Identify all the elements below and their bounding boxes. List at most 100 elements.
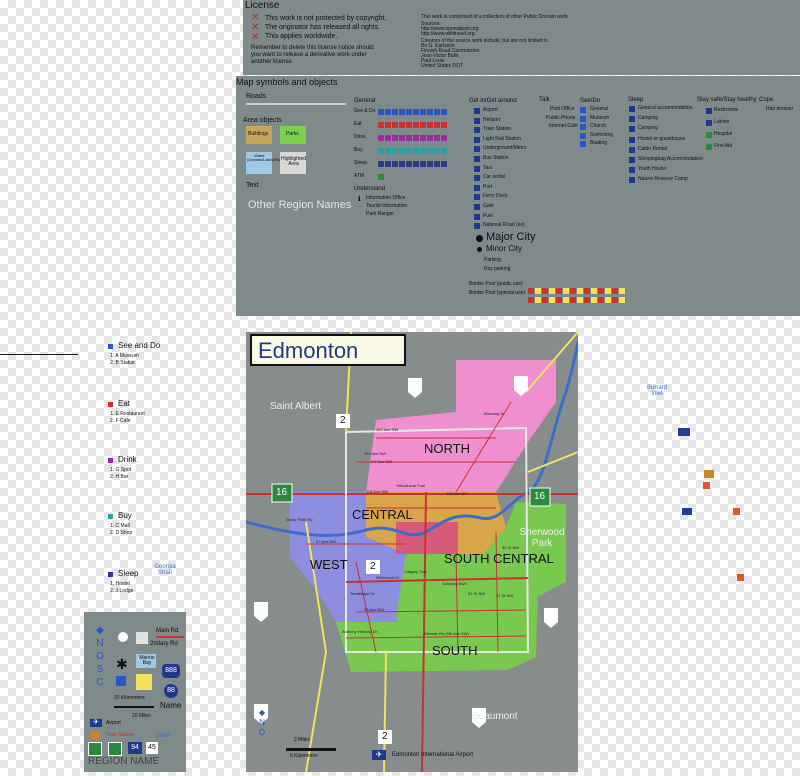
general-row-icon	[413, 135, 419, 141]
roads-label: Roads	[246, 93, 267, 100]
side-legend-item: 1. A Museum	[110, 353, 139, 359]
getin-icon	[474, 213, 480, 220]
mi-scale-label: 20 Miles	[132, 713, 151, 719]
seedo-item-label: General	[590, 106, 608, 112]
legend-panel: Map symbols and objects Roads Area objec…	[236, 76, 800, 316]
license-line-3: This applies worldwide.	[265, 33, 338, 40]
side-legend-item: 2. D Shop	[110, 530, 133, 536]
license-reminder-2: you want to release a derivative work un…	[251, 52, 367, 58]
hwy2-number-south: 2	[382, 731, 388, 742]
sleep-item-label: Hostel or guesthouse	[638, 135, 686, 142]
getin-icon	[474, 184, 480, 191]
understand-item-3: Park Ranger	[366, 211, 395, 217]
general-row-label: Drink	[354, 134, 366, 140]
border-post-icon	[591, 297, 597, 303]
getin-icon	[474, 165, 480, 172]
general-row-icon	[420, 161, 426, 167]
river-label: River	[157, 733, 172, 739]
shield-94: 94	[128, 742, 142, 754]
shield-green-1	[88, 742, 102, 756]
staysafe-item-label: Latrine	[714, 119, 730, 125]
general-row-icon	[406, 161, 412, 167]
road-label: Stony Plain Rd	[286, 517, 313, 522]
border-post-icon	[535, 297, 541, 303]
general-row-icon	[413, 148, 419, 154]
yellow-square-icon	[136, 674, 152, 690]
general-row-icon	[434, 161, 440, 167]
lodge-icon	[733, 508, 740, 515]
legend-title: Map symbols and objects	[236, 77, 338, 87]
general-row-icon	[427, 109, 433, 115]
getin-item-label: Underground/Metro	[483, 145, 527, 152]
text-label: Text	[246, 182, 259, 189]
map-compass-icon: ◆ N O	[258, 708, 266, 737]
license-title: License	[245, 0, 280, 11]
tent-icon	[704, 470, 714, 478]
getin-item-label: Heliport	[483, 116, 501, 123]
seedo-item-label: Church	[590, 123, 607, 129]
side-legend-item: 2. B Statue	[110, 360, 135, 366]
border-post-icon	[605, 297, 611, 303]
shield-green-2	[108, 742, 122, 756]
general-row-label: Buy	[354, 147, 363, 153]
road-label: 153 Ave NW	[364, 451, 387, 456]
getin-item-label: Train Station	[483, 126, 512, 133]
georgia-strait-label: Georgia Strait	[154, 564, 176, 577]
border-post-icon	[598, 297, 604, 303]
shield-888: 888	[162, 664, 180, 678]
road-label: 87 Ave NW	[316, 539, 336, 544]
general-row-icon	[378, 135, 384, 141]
road-label: 118 Ave NW	[446, 491, 468, 496]
general-row-icon	[413, 109, 419, 115]
getin-icon	[474, 136, 480, 143]
camping-icon	[682, 508, 692, 515]
sleep-icon	[629, 177, 635, 184]
region-north-label: NORTH	[424, 441, 470, 456]
road-label: 50 St NW	[502, 545, 520, 550]
train-icon	[90, 731, 100, 739]
roads-sample	[246, 103, 346, 105]
general-row-icon	[441, 109, 447, 115]
getin-title: Get in/Get around	[469, 98, 517, 104]
general-row-icon	[420, 109, 426, 115]
general-row-icon	[392, 148, 398, 154]
side-legend-icon	[108, 514, 113, 519]
general-row-icon	[406, 109, 412, 115]
side-legend-item: 1. C Mall	[110, 523, 130, 529]
train-station-label: Train Station	[106, 732, 135, 738]
getin-icon	[474, 223, 480, 230]
sleep-item-label: General accommodation	[638, 105, 693, 111]
road-label: 137 Ave NW	[370, 459, 393, 464]
burrard-inlet-label: Burrard Inlet	[646, 385, 667, 398]
general-row-icon	[427, 122, 433, 128]
border-special-label: Border Post (special use)	[469, 290, 526, 296]
region-south-label: SOUTH	[432, 643, 478, 658]
getin-item-label: Port	[483, 183, 493, 190]
general-title: General	[354, 98, 376, 104]
road-label: Anthony Henday Dr	[342, 629, 377, 634]
staysafe-icon	[706, 144, 712, 150]
shield-88: 88	[164, 684, 178, 698]
credit-3: http://www.wikitravel.org	[421, 31, 475, 37]
road-label: 118 Ave NW	[366, 489, 388, 494]
staysafe-icon	[706, 108, 712, 114]
road-label: Manning Dr	[484, 411, 505, 416]
general-row-icon	[441, 148, 447, 154]
border-post-icon	[612, 297, 618, 303]
general-row-icon	[441, 161, 447, 167]
getin-icon	[474, 156, 480, 162]
minor-city-label: Minor City	[486, 244, 523, 253]
sleep-icon	[629, 157, 635, 163]
seedo-title: See/Do	[580, 98, 601, 104]
staysafe-item-label: First Aid	[714, 143, 733, 149]
side-legend-item: 2. H Bar	[110, 474, 129, 480]
side-legend-title: Sleep	[118, 569, 139, 578]
talk-item-3: Internet Cafe	[549, 123, 578, 129]
seedo-item-label: Boating	[590, 140, 607, 146]
area-water: Water (Oceans/Lakes/Rivers/Ponds)	[246, 152, 300, 174]
general-row-label: Sleep	[354, 160, 367, 166]
main-rd-line	[156, 636, 184, 638]
getin-icon	[474, 175, 480, 182]
general-row-icon	[434, 122, 440, 128]
region-central-core	[396, 522, 458, 554]
